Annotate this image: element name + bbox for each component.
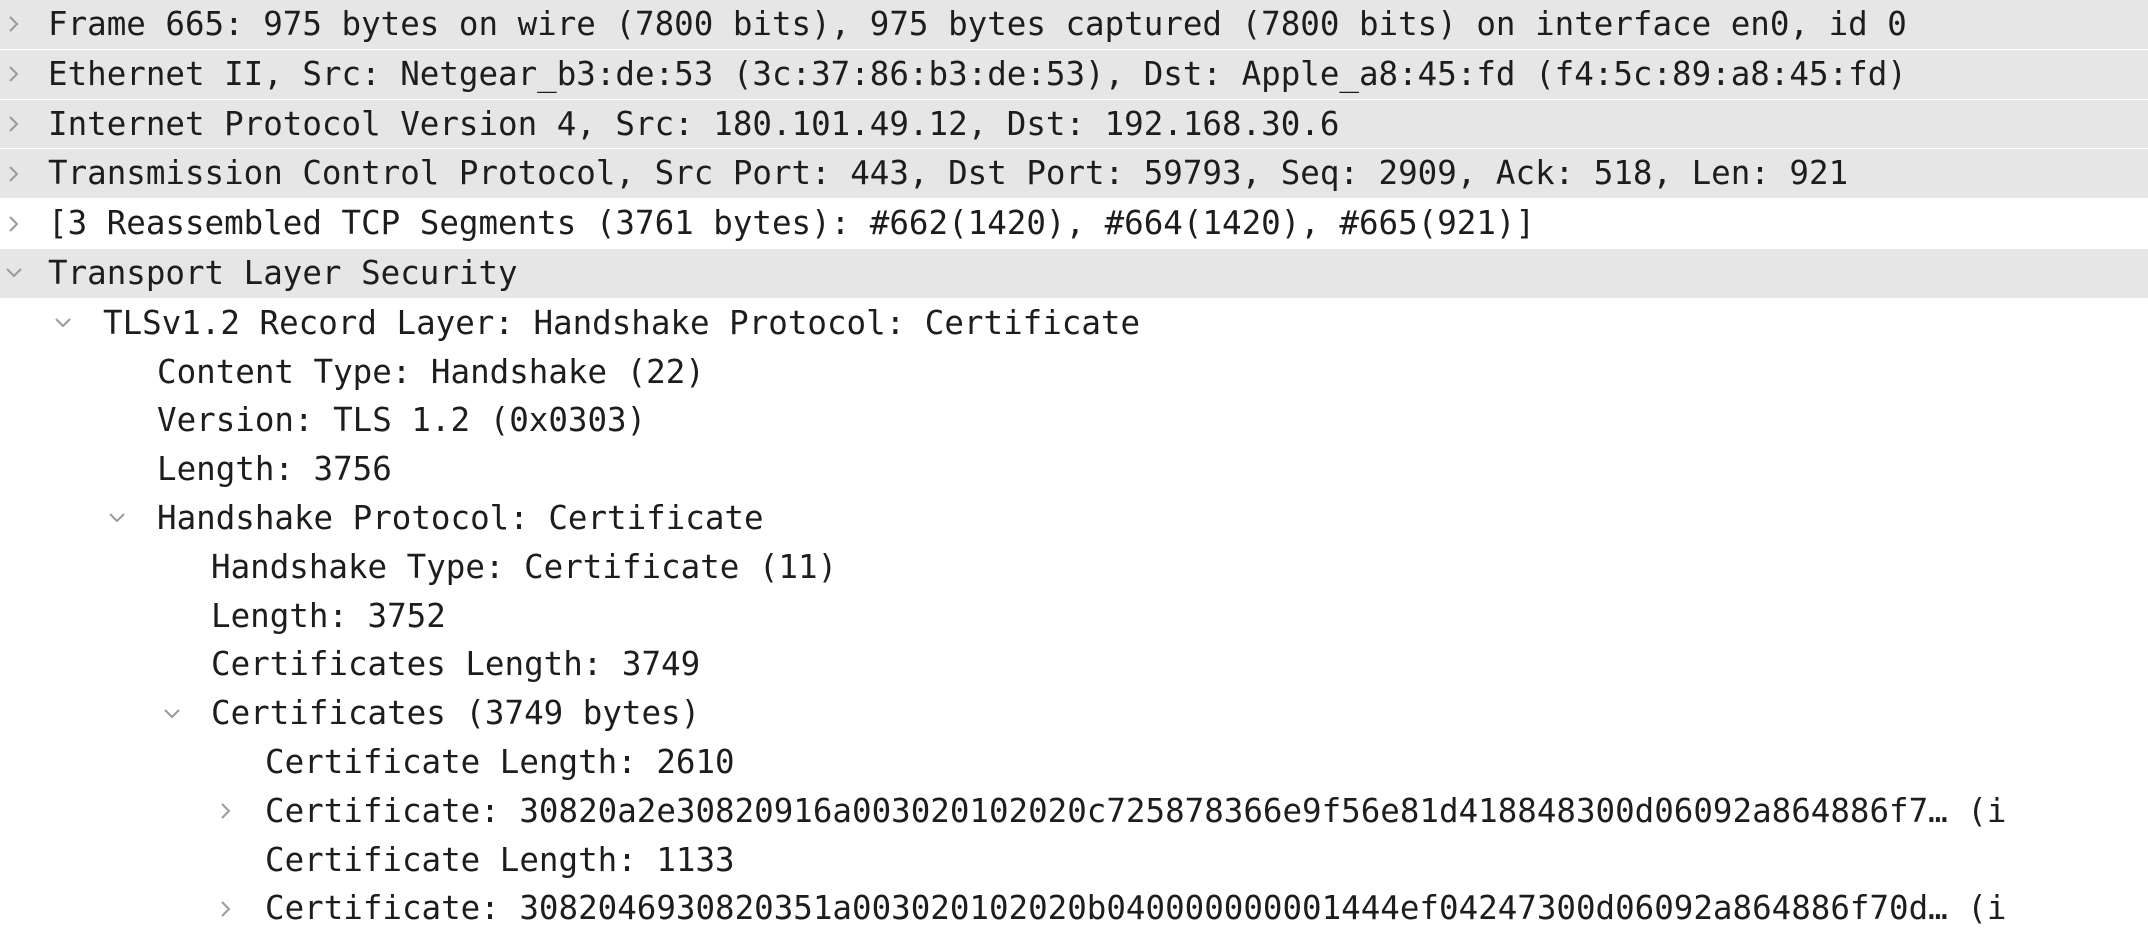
tree-row-certificate-length-2[interactable]: Certificate Length: 1133 xyxy=(0,836,2148,885)
tree-row-frame[interactable]: Frame 665: 975 bytes on wire (7800 bits)… xyxy=(0,0,2148,49)
tree-row-tls-record-layer[interactable]: TLSv1.2 Record Layer: Handshake Protocol… xyxy=(0,299,2148,348)
tree-row-label: TLSv1.2 Record Layer: Handshake Protocol… xyxy=(103,303,1141,342)
chevron-right-icon[interactable] xyxy=(212,787,240,836)
tree-row-certificates-length[interactable]: Certificates Length: 3749 xyxy=(0,640,2148,689)
tree-row-label: Content Type: Handshake (22) xyxy=(157,352,705,391)
tree-row-label: Handshake Type: Certificate (11) xyxy=(211,547,838,586)
chevron-right-icon[interactable] xyxy=(0,100,28,149)
tree-row-label: Certificate Length: 1133 xyxy=(265,840,735,879)
chevron-right-icon[interactable] xyxy=(0,0,28,49)
tree-row-tls[interactable]: Transport Layer Security xyxy=(0,248,2148,298)
tree-row-label: Certificate Length: 2610 xyxy=(265,742,735,781)
tree-row-content-type[interactable]: Content Type: Handshake (22) xyxy=(0,348,2148,397)
tree-row-label: Transport Layer Security xyxy=(48,253,518,292)
tree-row-certificate-1[interactable]: Certificate: 30820a2e30820916a0030201020… xyxy=(0,787,2148,836)
tree-row-label: Ethernet II, Src: Netgear_b3:de:53 (3c:3… xyxy=(48,54,1907,93)
tree-row-handshake-length[interactable]: Length: 3752 xyxy=(0,592,2148,641)
tree-row-label: Certificates (3749 bytes) xyxy=(211,694,701,733)
tree-row-handshake-protocol[interactable]: Handshake Protocol: Certificate xyxy=(0,494,2148,543)
tree-row-certificates[interactable]: Certificates (3749 bytes) xyxy=(0,689,2148,738)
chevron-down-icon[interactable] xyxy=(49,299,77,348)
packet-details-tree: Frame 665: 975 bytes on wire (7800 bits)… xyxy=(0,0,2148,933)
chevron-right-icon[interactable] xyxy=(212,884,240,933)
tree-row-label: Certificates Length: 3749 xyxy=(211,645,701,684)
tree-row-ethernet[interactable]: Ethernet II, Src: Netgear_b3:de:53 (3c:3… xyxy=(0,49,2148,99)
tree-row-label: Length: 3752 xyxy=(211,596,446,635)
tree-row-record-length[interactable]: Length: 3756 xyxy=(0,445,2148,494)
tree-row-label: Handshake Protocol: Certificate xyxy=(157,498,764,537)
tree-row-certificate-2[interactable]: Certificate: 3082046930820351a0030201020… xyxy=(0,884,2148,933)
tree-row-ipv4[interactable]: Internet Protocol Version 4, Src: 180.10… xyxy=(0,99,2148,149)
chevron-right-icon[interactable] xyxy=(0,50,28,99)
tree-row-reassembled-segments[interactable]: [3 Reassembled TCP Segments (3761 bytes)… xyxy=(0,199,2148,248)
chevron-right-icon[interactable] xyxy=(0,149,28,198)
tree-row-version[interactable]: Version: TLS 1.2 (0x0303) xyxy=(0,396,2148,445)
tree-row-label: [3 Reassembled TCP Segments (3761 bytes)… xyxy=(48,204,1536,243)
chevron-down-icon[interactable] xyxy=(103,494,131,543)
tree-row-label: Frame 665: 975 bytes on wire (7800 bits)… xyxy=(48,5,1907,43)
chevron-right-icon[interactable] xyxy=(0,199,28,248)
chevron-down-icon[interactable] xyxy=(0,249,28,298)
tree-row-label: Transmission Control Protocol, Src Port:… xyxy=(48,154,1849,193)
tree-row-tcp[interactable]: Transmission Control Protocol, Src Port:… xyxy=(0,149,2148,199)
tree-row-label: Certificate: 30820a2e30820916a0030201020… xyxy=(265,791,2007,830)
tree-row-handshake-type[interactable]: Handshake Type: Certificate (11) xyxy=(0,543,2148,592)
tree-row-label: Certificate: 3082046930820351a0030201020… xyxy=(265,889,2007,928)
tree-row-label: Length: 3756 xyxy=(157,450,392,489)
tree-row-label: Internet Protocol Version 4, Src: 180.10… xyxy=(48,104,1340,143)
tree-row-certificate-length-1[interactable]: Certificate Length: 2610 xyxy=(0,738,2148,787)
tree-row-label: Version: TLS 1.2 (0x0303) xyxy=(157,401,647,440)
chevron-down-icon[interactable] xyxy=(158,689,186,738)
